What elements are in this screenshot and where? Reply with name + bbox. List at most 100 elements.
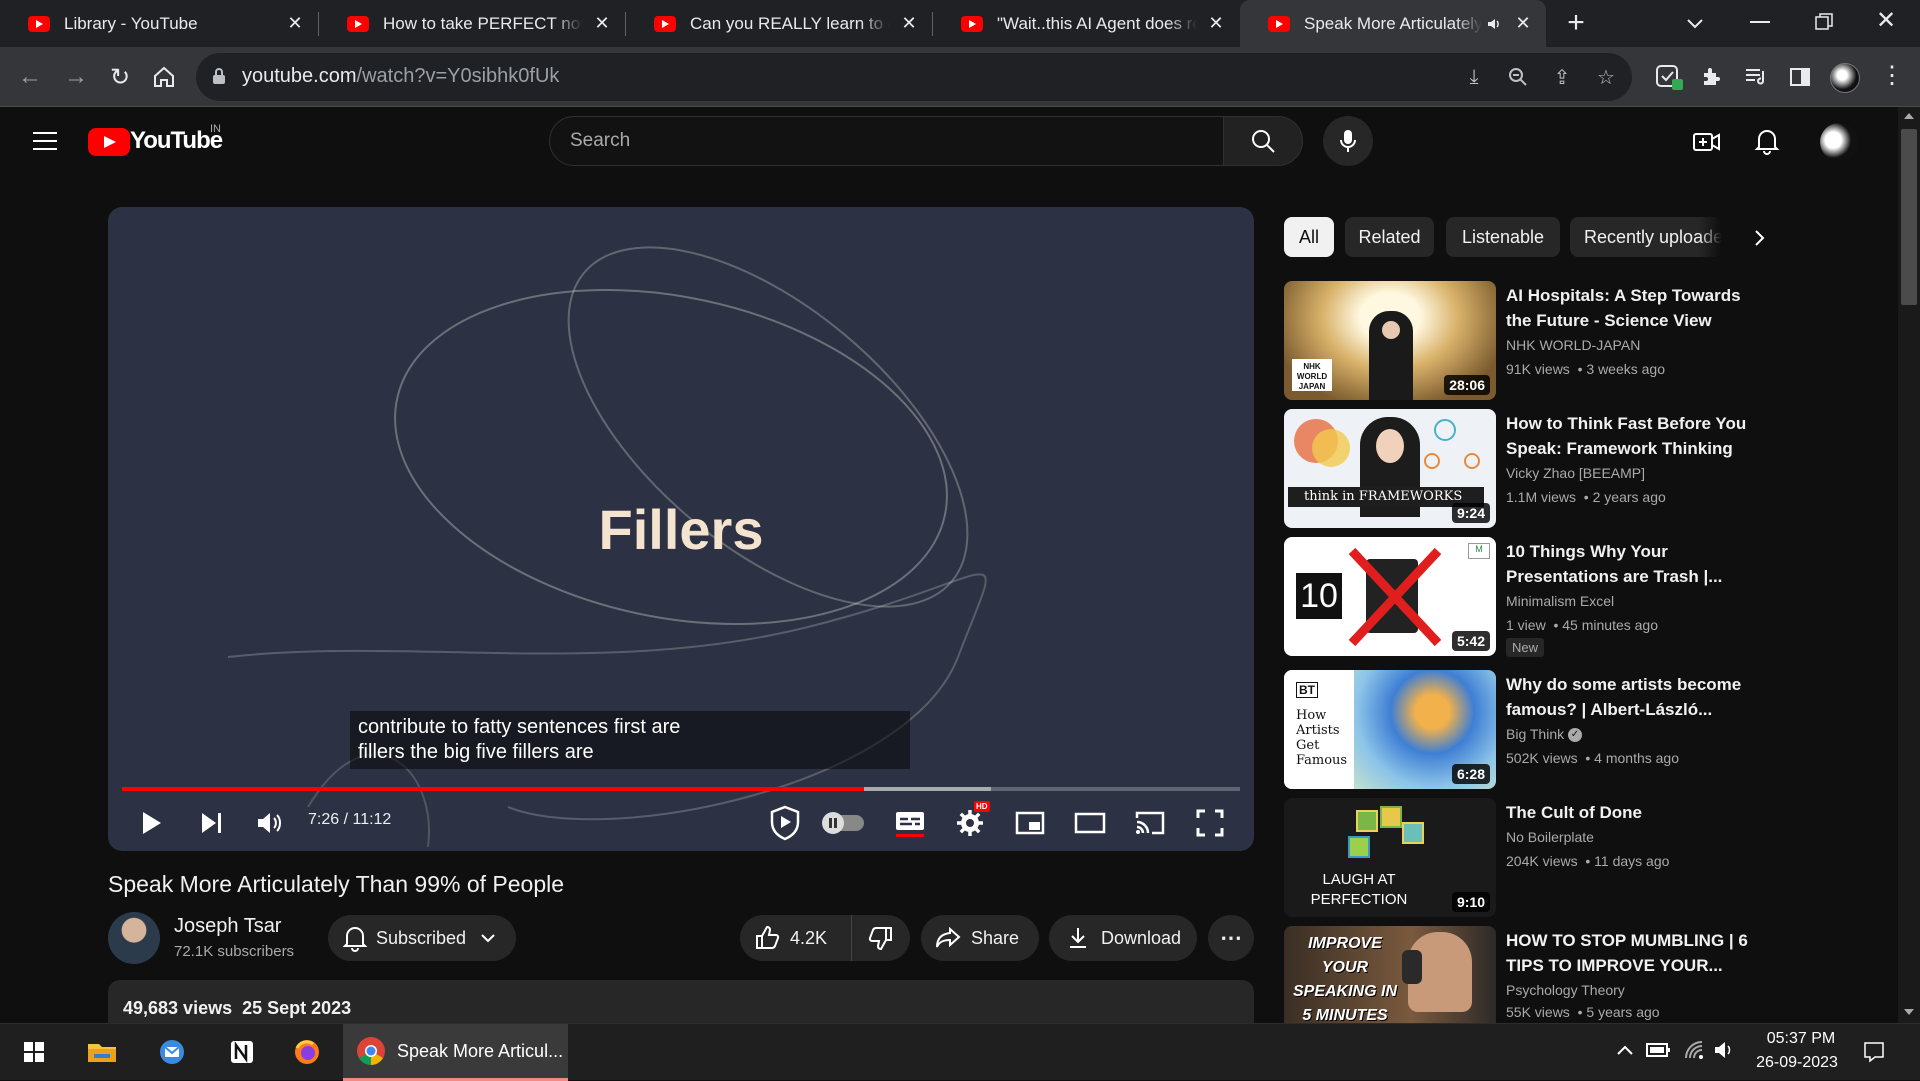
- video-thumbnail[interactable]: 10 M 5:42: [1284, 537, 1496, 656]
- recommendation-title[interactable]: The Cult of Done: [1506, 800, 1752, 825]
- chevron-up-icon[interactable]: [1616, 1044, 1634, 1056]
- play-button[interactable]: [132, 803, 172, 843]
- miniplayer-button[interactable]: [1010, 803, 1050, 843]
- volume-button[interactable]: [250, 803, 290, 843]
- chip-related[interactable]: Related: [1345, 217, 1434, 257]
- tab-learn-to-code[interactable]: Can you REALLY learn to code ✕: [626, 0, 932, 47]
- system-clock-date[interactable]: 26-09-2023: [1752, 1054, 1842, 1072]
- video-thumbnail[interactable]: IMPROVE YOUR SPEAKING IN 5 MINUTES: [1284, 926, 1496, 1023]
- recommendation-item[interactable]: IMPROVE YOUR SPEAKING IN 5 MINUTES HOW T…: [1284, 926, 1754, 1023]
- recommendation-title[interactable]: How to Think Fast Before You Speak: Fram…: [1506, 411, 1752, 461]
- recommendation-channel[interactable]: No Boilerplate: [1506, 829, 1594, 845]
- wifi-icon[interactable]: [1682, 1038, 1706, 1062]
- recommendation-item[interactable]: 10 M 5:42 10 Things Why Your Presentatio…: [1284, 537, 1754, 657]
- notion-icon[interactable]: [222, 1032, 262, 1072]
- recommendation-item[interactable]: LAUGH AT PERFECTION 9:10 The Cult of Don…: [1284, 798, 1754, 918]
- chip-listenable[interactable]: Listenable: [1446, 217, 1560, 257]
- close-tab-icon[interactable]: ✕: [898, 13, 920, 34]
- voice-search-button[interactable]: [1323, 116, 1373, 166]
- tab-speak-articulately[interactable]: Speak More Articulately T ✕: [1240, 0, 1546, 47]
- tab-library[interactable]: Library - YouTube ✕: [0, 0, 318, 47]
- address-bar[interactable]: youtube.com/watch?v=Y0sibhk0fUk ⤓ ⇪ ☆: [196, 53, 1632, 101]
- share-button[interactable]: Share: [921, 915, 1039, 961]
- close-window-icon[interactable]: ✕: [1876, 6, 1896, 35]
- media-controls-icon[interactable]: [1744, 65, 1768, 89]
- recommendation-title[interactable]: AI Hospitals: A Step Towards the Future …: [1506, 283, 1752, 333]
- recommendation-title[interactable]: 10 Things Why Your Presentations are Tra…: [1506, 539, 1752, 589]
- recommendation-item[interactable]: think in FRAMEWORKS 9:24 How to Think Fa…: [1284, 409, 1754, 529]
- chip-recently-uploaded[interactable]: Recently uploaded: [1570, 217, 1722, 257]
- extension-check-icon[interactable]: [1656, 65, 1684, 91]
- subscribed-button[interactable]: Subscribed: [328, 915, 516, 961]
- reload-button[interactable]: ↻: [102, 59, 138, 95]
- settings-button[interactable]: HD: [950, 801, 990, 843]
- taskbar-chrome-app[interactable]: Speak More Articul...: [343, 1024, 568, 1081]
- close-tab-icon[interactable]: ✕: [284, 13, 306, 34]
- tab-perfect-notes[interactable]: How to take PERFECT notes w ✕: [319, 0, 625, 47]
- cast-button[interactable]: [1130, 803, 1170, 843]
- forward-button[interactable]: →: [58, 59, 94, 95]
- mail-app-icon[interactable]: [152, 1032, 192, 1072]
- page-scrollbar[interactable]: [1898, 107, 1920, 1023]
- progress-bar[interactable]: [122, 787, 1240, 791]
- recommendation-channel[interactable]: Psychology Theory: [1506, 982, 1625, 998]
- lock-icon[interactable]: [212, 67, 226, 85]
- tab-ai-agent[interactable]: "Wait..this AI Agent does rese ✕: [933, 0, 1239, 47]
- system-clock-time[interactable]: 05:37 PM: [1760, 1030, 1842, 1048]
- search-input[interactable]: [570, 117, 1170, 165]
- chevron-right-icon[interactable]: [1752, 228, 1768, 248]
- scrollbar-thumb[interactable]: [1901, 129, 1917, 305]
- sponsor-shield-button[interactable]: [765, 803, 805, 843]
- channel-avatar[interactable]: [108, 912, 160, 964]
- video-player[interactable]: Fillers contribute to fatty sentences fi…: [108, 207, 1254, 851]
- youtube-logo-icon[interactable]: [88, 128, 130, 156]
- recommendation-channel[interactable]: Minimalism Excel: [1506, 593, 1614, 609]
- profile-avatar[interactable]: [1830, 63, 1860, 93]
- minimize-window-icon[interactable]: [1750, 21, 1770, 23]
- dislike-button[interactable]: [852, 915, 910, 961]
- notification-center-icon[interactable]: [1862, 1040, 1886, 1064]
- theater-mode-button[interactable]: [1070, 803, 1110, 843]
- subtitles-button[interactable]: [890, 803, 930, 843]
- side-panel-icon[interactable]: [1788, 65, 1812, 89]
- more-actions-button[interactable]: ⋯: [1208, 915, 1254, 961]
- close-tab-icon[interactable]: ✕: [591, 13, 613, 34]
- close-tab-icon[interactable]: ✕: [1512, 13, 1534, 34]
- recommendation-item[interactable]: NHK WORLD JAPAN 28:06 AI Hospitals: A St…: [1284, 281, 1754, 401]
- video-thumbnail[interactable]: think in FRAMEWORKS 9:24: [1284, 409, 1496, 528]
- bookmark-star-icon[interactable]: ☆: [1594, 65, 1618, 89]
- recommendation-item[interactable]: BT How Artists Get Famous 6:28 Why do so…: [1284, 670, 1754, 790]
- fullscreen-button[interactable]: [1190, 803, 1230, 843]
- download-button[interactable]: Download: [1049, 915, 1197, 961]
- share-page-icon[interactable]: ⇪: [1550, 65, 1574, 89]
- youtube-logo-text[interactable]: YouTube: [130, 127, 223, 155]
- extensions-puzzle-icon[interactable]: [1700, 65, 1724, 89]
- back-button[interactable]: ←: [12, 59, 48, 95]
- scroll-down-arrow-icon[interactable]: [1904, 1009, 1914, 1015]
- url-text[interactable]: youtube.com/watch?v=Y0sibhk0fUk: [242, 65, 559, 88]
- browser-menu-icon[interactable]: ⋮: [1880, 61, 1904, 90]
- video-thumbnail[interactable]: BT How Artists Get Famous 6:28: [1284, 670, 1496, 789]
- autoplay-toggle[interactable]: [820, 803, 868, 843]
- video-thumbnail[interactable]: NHK WORLD JAPAN 28:06: [1284, 281, 1496, 400]
- windows-start-icon[interactable]: [14, 1032, 54, 1072]
- close-tab-icon[interactable]: ✕: [1205, 13, 1227, 34]
- chip-all[interactable]: All: [1284, 217, 1334, 257]
- channel-name[interactable]: Joseph Tsar: [174, 915, 281, 938]
- like-button[interactable]: 4.2K: [740, 915, 852, 961]
- firefox-icon[interactable]: [287, 1032, 327, 1072]
- video-thumbnail[interactable]: LAUGH AT PERFECTION 9:10: [1284, 798, 1496, 917]
- new-tab-button[interactable]: +: [1560, 8, 1592, 40]
- speaker-icon[interactable]: [1712, 1038, 1736, 1062]
- home-icon[interactable]: [152, 65, 176, 89]
- file-explorer-icon[interactable]: [82, 1032, 122, 1072]
- search-button[interactable]: [1223, 116, 1303, 166]
- install-app-icon[interactable]: ⤓: [1462, 65, 1486, 89]
- battery-icon[interactable]: [1646, 1040, 1672, 1060]
- tab-audio-playing-icon[interactable]: [1486, 15, 1504, 33]
- account-avatar[interactable]: [1820, 123, 1858, 161]
- zoom-icon[interactable]: [1506, 65, 1530, 89]
- recommendation-title[interactable]: HOW TO STOP MUMBLING | 6 TIPS TO IMPROVE…: [1506, 928, 1752, 978]
- recommendation-channel[interactable]: Big Think ✓: [1506, 726, 1582, 743]
- recommendation-title[interactable]: Why do some artists become famous? | Alb…: [1506, 672, 1752, 722]
